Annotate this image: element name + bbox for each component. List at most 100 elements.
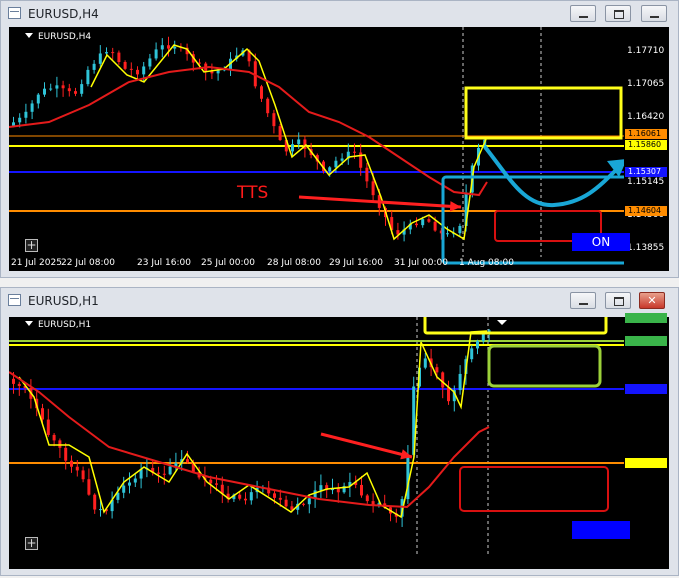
price-tick: 1.13855 — [627, 243, 665, 253]
candle-body — [365, 167, 369, 182]
candle-body — [58, 440, 62, 448]
price-tag: 1.14604 — [625, 206, 667, 216]
candle-body — [70, 460, 73, 467]
candle-body — [41, 408, 44, 420]
price-chart-h4[interactable]: EURUSD,H4 1.17710 1.17065 1.16420 1.15145 1.… — [9, 27, 669, 271]
candle-body — [210, 71, 214, 74]
price-tag — [625, 325, 667, 335]
candle-body — [458, 373, 462, 391]
minimize-button-2[interactable] — [641, 5, 667, 22]
chart-window-h1: EURUSD,H1 EURUSD,H1 + — [0, 287, 679, 576]
chart-canvas — [9, 27, 624, 265]
candle-body — [365, 495, 369, 502]
candle-body — [260, 86, 263, 99]
candle-body — [92, 63, 96, 70]
candle-body — [446, 233, 449, 235]
time-label: 22 Jul 08:00 — [61, 258, 115, 268]
window-title: EURUSD,H4 — [28, 7, 99, 21]
candle-body — [98, 53, 102, 64]
candle-body — [291, 144, 294, 152]
price-tag: 1.16061 — [625, 129, 667, 139]
candle-body — [129, 68, 133, 70]
price-scale: 1.177101.170651.164201.151451.145001.138… — [625, 27, 669, 271]
candle-body — [160, 45, 164, 50]
candle-body — [46, 419, 50, 435]
window-titlebar[interactable]: EURUSD,H1 — [1, 288, 678, 314]
price-chart-h1[interactable]: EURUSD,H1 + — [9, 313, 669, 569]
candle-body — [67, 88, 71, 92]
candle-body — [105, 52, 108, 54]
candle-body — [353, 151, 356, 153]
minimize-button[interactable] — [570, 292, 596, 309]
zigzag-line — [90, 44, 488, 241]
tts-arrow-line — [320, 432, 413, 459]
candle-body — [215, 483, 218, 485]
candle-body — [415, 223, 418, 226]
time-label: 1 Aug 08:00 — [459, 258, 514, 268]
candle-body — [111, 52, 115, 54]
price-tag — [625, 458, 667, 468]
price-tick: 1.15145 — [627, 177, 665, 187]
candle-body — [284, 499, 288, 507]
tts-label: TTS — [237, 183, 269, 203]
price-tag: 1.15307 — [625, 167, 667, 177]
window-titlebar[interactable]: EURUSD,H4 — [1, 1, 678, 27]
close-button[interactable] — [639, 292, 665, 309]
time-label: 25 Jul 00:00 — [201, 258, 255, 268]
tts-arrow-head — [449, 201, 461, 212]
stop-box — [459, 466, 609, 512]
window-title: EURUSD,H1 — [28, 294, 99, 308]
candle-body — [360, 484, 363, 496]
time-label: 23 Jul 16:00 — [137, 258, 191, 268]
one-click-trading-icon[interactable]: + — [25, 239, 38, 252]
candle-body — [80, 84, 84, 94]
candle-body — [447, 387, 450, 402]
candle-body — [476, 341, 479, 349]
candle-body — [74, 91, 77, 94]
candle-body — [49, 88, 53, 90]
maximize-button[interactable] — [605, 292, 631, 309]
candle-body — [470, 348, 474, 360]
candle-body — [168, 466, 172, 475]
candle-body — [61, 85, 65, 89]
candle-body — [86, 69, 90, 85]
price-tick: 1.17710 — [627, 46, 665, 56]
candle-body — [128, 482, 131, 486]
price-scale — [625, 313, 669, 569]
candle-body — [136, 69, 139, 75]
shift-marker — [497, 320, 507, 325]
candle-body — [162, 473, 166, 475]
candle-body — [278, 497, 282, 500]
candle-body — [36, 94, 40, 104]
candle-body — [433, 221, 437, 231]
candle-body — [423, 358, 427, 368]
candle-body — [133, 478, 137, 483]
candle-body — [328, 167, 332, 172]
candle-body — [421, 219, 425, 226]
maximize-button[interactable] — [605, 5, 631, 22]
candle-body — [12, 378, 15, 384]
candle-body — [244, 498, 247, 501]
time-label: 28 Jul 08:00 — [267, 258, 321, 268]
candle-body — [319, 485, 323, 491]
candle-body — [278, 126, 282, 141]
candle-body — [427, 219, 431, 222]
candle-body — [266, 98, 270, 114]
candle-body — [64, 447, 68, 461]
chart-canvas — [9, 317, 624, 555]
candle-body — [81, 470, 85, 480]
candle-body — [371, 501, 375, 505]
candle-body — [209, 479, 213, 484]
minimize-button[interactable] — [570, 5, 596, 22]
price-tick: 1.17065 — [627, 79, 665, 89]
price-tag — [625, 313, 667, 323]
target-box — [423, 317, 608, 335]
price-tag: 1.15860 — [625, 140, 667, 150]
candle-body — [334, 160, 338, 168]
candle-body — [371, 181, 375, 196]
on-badge: ON — [572, 233, 630, 251]
candle-body — [17, 383, 21, 386]
candle-body — [12, 122, 15, 126]
candle-body — [75, 466, 79, 471]
one-click-trading-icon[interactable]: + — [25, 537, 38, 550]
